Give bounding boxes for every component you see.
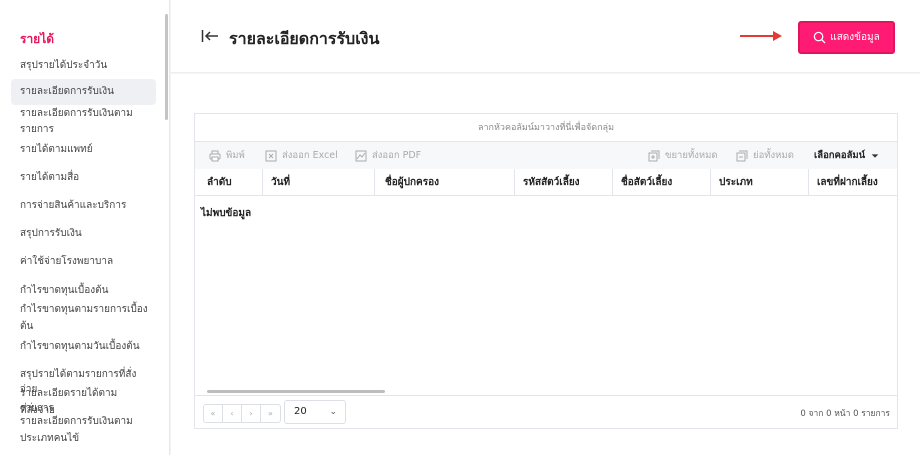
sidebar-item-income-by-media[interactable]: รายได้ตามสื่อ: [20, 170, 150, 185]
col-header-pet-code[interactable]: รหัสสัตว์เลี้ยง: [515, 169, 613, 196]
last-page-button[interactable]: »: [261, 405, 280, 422]
horizontal-scrollbar[interactable]: [207, 390, 385, 393]
prev-page-button[interactable]: ‹: [223, 405, 242, 422]
collapse-all-button[interactable]: ย่อทั้งหมด: [736, 142, 794, 169]
col-header-pet-name[interactable]: ชื่อสัตว์เลี้ยง: [613, 169, 711, 196]
app: รายได้ สรุปรายได้ประจำวัน รายละเอียดการร…: [0, 0, 920, 455]
pager: « ‹ › » 20 ⌄ 0 จาก 0 หน้า 0 รายการ: [195, 395, 897, 428]
sidebar-item-income-by-doctor[interactable]: รายได้ตามแพทย์: [20, 142, 150, 157]
no-data-message: ไม่พบข้อมูล: [201, 208, 252, 219]
sidebar-item-basic-profit-loss[interactable]: กำไรขาดทุนเบื้องต้น: [20, 283, 150, 298]
col-header-boarding-no[interactable]: เลขที่ฝากเลี้ยง: [809, 169, 893, 196]
col-header-date[interactable]: วันที่: [263, 169, 375, 196]
sidebar-item-payment-summary[interactable]: สรุปการรับเงิน: [20, 226, 150, 241]
export-excel-button[interactable]: ส่งออก Excel: [265, 142, 338, 169]
sidebar-item-profit-loss-by-item-line2[interactable]: ต้น: [20, 319, 150, 334]
export-pdf-button[interactable]: ส่งออก PDF: [355, 142, 421, 169]
first-page-button[interactable]: «: [204, 405, 223, 422]
choose-columns-label: เลือกคอลัมน์: [814, 150, 866, 161]
sidebar-item-hospital-expenses[interactable]: ค่าใช้จ่ายโรงพยาบาล: [20, 254, 150, 269]
collapse-back-icon[interactable]: [201, 28, 219, 44]
pager-info: 0 จาก 0 หน้า 0 รายการ: [800, 409, 890, 419]
sidebar-item-daily-income-summary[interactable]: สรุปรายได้ประจำวัน: [20, 58, 150, 73]
show-data-button[interactable]: แสดงข้อมูล: [798, 21, 895, 54]
collapse-icon: [736, 150, 748, 161]
sidebar-item-payment-details-by-item-line2[interactable]: รายการ: [20, 122, 150, 137]
printer-icon: [209, 150, 221, 161]
sidebar-item-profit-loss-by-day[interactable]: กำไรขาดทุนตามวันเบื้องต้น: [20, 339, 150, 354]
page-title: รายละเอียดการรับเงิน: [229, 29, 380, 48]
sidebar: รายได้ สรุปรายได้ประจำวัน รายละเอียดการร…: [0, 0, 170, 455]
sidebar-item-payment-by-patient-type-line2[interactable]: ประเภทคนไข้: [20, 431, 150, 446]
collapse-all-label: ย่อทั้งหมด: [753, 150, 794, 161]
data-grid: ลากหัวคอลัมน์มาวางที่นี่เพื่อจัดกลุ่ม พิ…: [194, 113, 898, 429]
sidebar-item-payment-details[interactable]: รายละเอียดการรับเงิน: [11, 79, 156, 105]
sidebar-item-profit-loss-by-item[interactable]: กำไรขาดทุนตามรายการเบื้อง: [20, 302, 150, 317]
search-icon: [813, 31, 826, 44]
sidebar-scrollbar[interactable]: [165, 14, 168, 120]
pager-nav: « ‹ › »: [203, 404, 281, 423]
caret-down-icon: [871, 153, 879, 158]
annotation-arrow-icon: [740, 31, 782, 41]
page-size-select[interactable]: 20 ⌄: [284, 400, 346, 424]
sidebar-item-product-service-dispense[interactable]: การจ่ายสินค้าและบริการ: [20, 198, 150, 213]
sidebar-section-income: รายได้: [20, 32, 55, 46]
next-page-button[interactable]: ›: [242, 405, 261, 422]
col-header-order[interactable]: ลำดับ: [195, 169, 263, 196]
sidebar-item-payment-by-patient-type[interactable]: รายละเอียดการรับเงินตาม: [20, 414, 150, 429]
column-header-row: ลำดับ วันที่ ชื่อผู้ปกครอง รหัสสัตว์เลี้…: [195, 169, 897, 196]
sidebar-item-payment-details-by-item[interactable]: รายละเอียดการรับเงินตาม: [20, 106, 150, 121]
print-button[interactable]: พิมพ์: [209, 142, 245, 169]
excel-icon: [265, 150, 277, 161]
pdf-icon: [355, 150, 367, 161]
group-panel[interactable]: ลากหัวคอลัมน์มาวางที่นี่เพื่อจัดกลุ่ม: [195, 114, 897, 142]
col-header-owner-name[interactable]: ชื่อผู้ปกครอง: [375, 169, 515, 196]
chevron-down-icon: ⌄: [329, 407, 337, 417]
export-pdf-label: ส่งออก PDF: [372, 150, 422, 161]
export-excel-label: ส่งออก Excel: [282, 150, 338, 161]
col-header-type[interactable]: ประเภท: [711, 169, 809, 196]
expand-all-button[interactable]: ขยายทั้งหมด: [648, 142, 718, 169]
expand-icon: [648, 150, 660, 161]
page-header: รายละเอียดการรับเงิน แสดงข้อมูล: [171, 0, 920, 73]
print-label: พิมพ์: [226, 150, 245, 161]
expand-all-label: ขยายทั้งหมด: [665, 150, 718, 161]
grid-toolbar: พิมพ์ ส่งออก Excel ส่งออก PDF ขยายทั้งหม…: [195, 142, 897, 169]
page-size-value: 20: [294, 406, 307, 417]
choose-columns-button[interactable]: เลือกคอลัมน์: [814, 142, 880, 169]
show-data-label: แสดงข้อมูล: [830, 32, 880, 43]
